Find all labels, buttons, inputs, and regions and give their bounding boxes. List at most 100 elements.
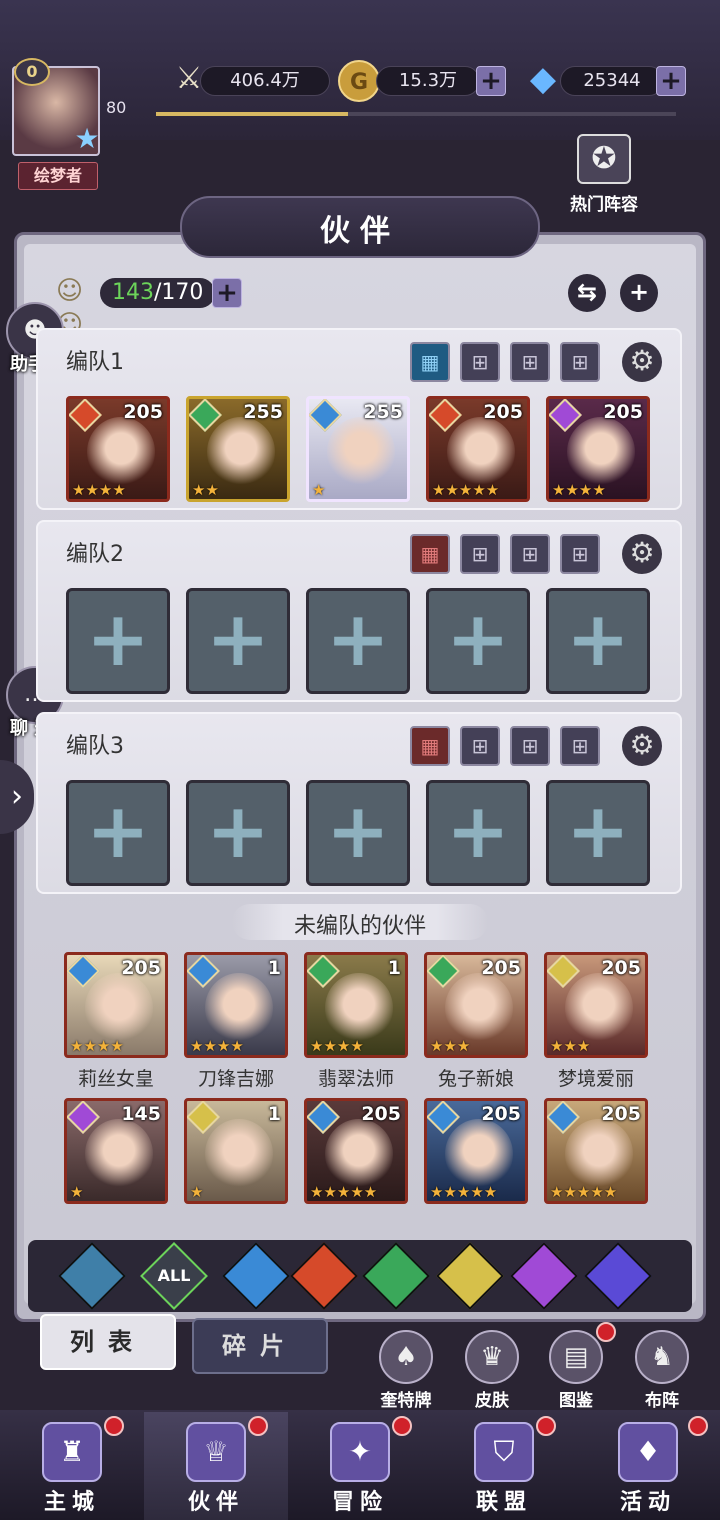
formation-slot-icon[interactable]: ▦ [410,342,450,382]
tab-fragments[interactable]: 碎片 [192,1318,328,1374]
formation-slot-icon[interactable]: ⊞ [560,726,600,766]
page-title: 伙伴 [320,214,400,249]
team-hero-list: 205 ★★★★ 255 ★★ 255 ★ 205 ★★★★★ 205 ★★★★ [66,396,650,502]
hero-item[interactable]: 205 ★★★ 梦境爱丽 [544,952,648,1091]
compass-icon: ✦ [330,1422,390,1482]
hero-level: 255 [243,401,283,423]
add-hero-slot[interactable]: + [186,588,290,694]
all-filter-label[interactable]: ALL [150,1252,198,1300]
expand-capacity-button[interactable]: + [212,278,242,308]
add-hero-slot[interactable]: + [546,780,650,886]
hero-stars: ★ [70,1183,84,1201]
nav-label: 活动 [619,1490,676,1515]
team-hero-list: + + + + + [66,588,650,694]
hero-level: 205 [601,1103,641,1125]
hero-item[interactable]: 1 ★★★★ 翡翠法师 [304,952,408,1091]
add-hero-slot[interactable]: + [546,588,650,694]
tool-label: 皮肤 [475,1391,509,1411]
add-gold-button[interactable]: + [476,66,506,96]
hero-item[interactable]: 205 ★★★★ 莉丝女皇 [64,952,168,1091]
gear-icon[interactable]: ⚙ [622,534,662,574]
gear-icon[interactable]: ⚙ [622,726,662,766]
notification-dot [104,1416,124,1436]
diamond-value: 25344 [560,66,664,96]
formation-slot-icon[interactable]: ▦ [410,726,450,766]
hero-card[interactable]: 255 ★★ [186,396,290,502]
formation-slot-icon[interactable]: ⊞ [510,726,550,766]
hero-level: 1 [387,957,401,979]
hero-card[interactable]: 1 ★★★★ [304,952,408,1058]
hero-card[interactable]: 205 ★★★★ [66,396,170,502]
hero-card[interactable]: 205 ★★★★★ [426,396,530,502]
hero-stars: ★★★★ [552,481,606,499]
hero-card[interactable]: 205 ★★★★★ [304,1098,408,1204]
hero-level: 1 [267,1103,281,1125]
hero-card[interactable]: 205 ★★★★ [546,396,650,502]
notification-dot [688,1416,708,1436]
hero-card[interactable]: 205 ★★★ [424,952,528,1058]
cards-icon: ♦ [618,1422,678,1482]
nav-label: 伙伴 [187,1490,244,1515]
formation-slot-icon[interactable]: ⊞ [510,342,550,382]
hero-card[interactable]: 205 ★★★★★ [424,1098,528,1204]
hot-lineup-button[interactable]: ✪ 热门阵容 [562,134,646,224]
add-team-button[interactable]: + [620,274,658,312]
team-panel-2: 编队2 ▦ ⊞ ⊞ ⊞ ⚙ + + + + + [36,520,682,702]
player-level: 80 [106,98,127,117]
tab-list[interactable]: 列表 [40,1314,176,1370]
add-hero-slot[interactable]: + [186,780,290,886]
diamond-icon: ◆ [529,59,557,99]
add-diamond-button[interactable]: + [656,66,686,96]
swap-button[interactable]: ⇆ [568,274,606,312]
card-deck-icon: ♠ [379,1330,433,1384]
team-hero-list: + + + + + [66,780,650,886]
hot-lineup-label: 热门阵容 [570,195,638,215]
collection-button[interactable]: ▤ 图鉴 [544,1330,608,1411]
book-icon: ✪ [577,134,631,184]
hero-item[interactable]: 1 ★★★★ 刀锋吉娜 [184,952,288,1091]
hero-stars: ★★★ [430,1037,471,1055]
partners-icon: ☺☺ [56,276,84,340]
hero-stars: ★★★★ [190,1037,244,1055]
hero-card[interactable]: 205 ★★★★ [64,952,168,1058]
hero-item[interactable]: 205 ★★★ 兔子新娘 [424,952,528,1091]
gear-icon[interactable]: ⚙ [622,342,662,382]
hero-level: 205 [481,957,521,979]
hero-level: 205 [361,1103,401,1125]
formation-slot-icon[interactable]: ⊞ [460,726,500,766]
hero-card[interactable]: 205 ★★★★★ [544,1098,648,1204]
formation-slot-icon[interactable]: ⊞ [460,342,500,382]
nav-label: 联盟 [475,1490,532,1515]
add-hero-slot[interactable]: + [66,780,170,886]
partner-count-current: 143 [112,280,154,305]
hero-level: 145 [121,1103,161,1125]
hero-stars: ★ [312,481,326,499]
quest-cards-button[interactable]: ♠ 奎特牌 [374,1330,438,1411]
formation-slot-icon[interactable]: ▦ [410,534,450,574]
shield-icon: ⛉ [474,1422,534,1482]
chess-icon: ♞ [635,1330,689,1384]
hero-card[interactable]: 1 ★ [184,1098,288,1204]
formation-button[interactable]: ♞ 布阵 [630,1330,694,1411]
formation-slot-icon[interactable]: ⊞ [560,534,600,574]
hero-stars: ★★★ [550,1037,591,1055]
formation-slot-icon[interactable]: ⊞ [560,342,600,382]
add-hero-slot[interactable]: + [426,780,530,886]
hero-card[interactable]: 205 ★★★ [544,952,648,1058]
formation-slot-icon[interactable]: ⊞ [510,534,550,574]
hero-card[interactable]: 255 ★ [306,396,410,502]
xp-bar-fill [156,112,349,116]
add-hero-slot[interactable]: + [306,780,410,886]
partner-count-total: /170 [154,280,204,305]
hero-level: 205 [121,957,161,979]
hero-card[interactable]: 1 ★★★★ [184,952,288,1058]
add-hero-slot[interactable]: + [426,588,530,694]
formation-slot-icon[interactable]: ⊞ [460,534,500,574]
hero-stars: ★★ [192,481,219,499]
hero-stars: ★★★★★ [550,1183,618,1201]
add-hero-slot[interactable]: + [306,588,410,694]
add-hero-slot[interactable]: + [66,588,170,694]
hero-card[interactable]: 145 ★ [64,1098,168,1204]
skins-button[interactable]: ♛ 皮肤 [460,1330,524,1411]
team-name: 编队2 [66,542,124,567]
